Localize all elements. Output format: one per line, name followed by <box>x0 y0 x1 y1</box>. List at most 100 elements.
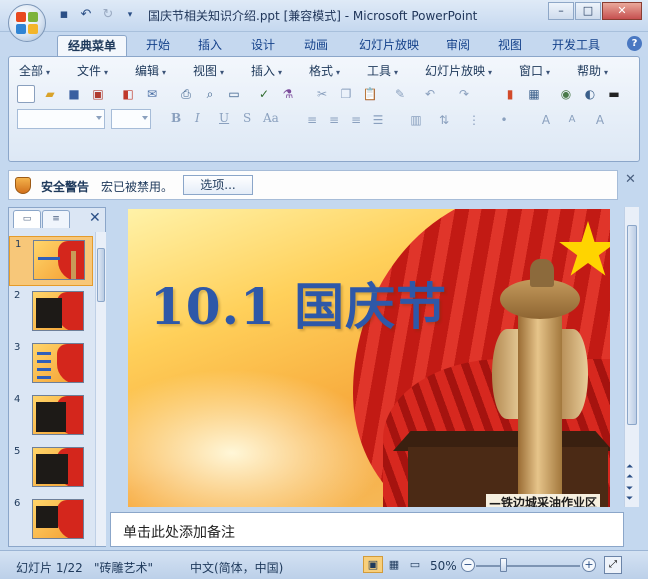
italic-button[interactable]: I <box>195 111 200 125</box>
grayscale-icon[interactable]: ◐ <box>581 85 599 103</box>
tab-outline[interactable]: ≡ <box>42 210 70 228</box>
zoom-out-icon[interactable]: − <box>461 558 475 572</box>
close-button[interactable]: ✕ <box>602 2 642 20</box>
redo-icon[interactable]: ↻ <box>99 6 117 24</box>
tab-home[interactable]: 开始 <box>138 35 178 56</box>
tab-developer[interactable]: 开发工具 <box>545 35 607 56</box>
undo-icon[interactable]: ↶ <box>77 6 95 24</box>
chart-icon[interactable]: ▮ <box>501 85 519 103</box>
research-icon[interactable]: ⚗ <box>279 85 297 103</box>
columns-icon[interactable]: ▥ <box>407 111 425 129</box>
slide-thumbnail-3[interactable]: 3 <box>9 340 93 390</box>
office-button[interactable] <box>8 4 46 42</box>
zoom-slider-handle[interactable] <box>500 558 507 572</box>
slide-caption[interactable]: —铁边城采油作业区 <box>486 494 601 507</box>
shadow-button[interactable]: S <box>243 111 251 125</box>
menu-all[interactable]: 全部 ▾ <box>19 62 50 79</box>
tab-slideshow[interactable]: 幻灯片放映 <box>354 35 424 56</box>
zoom-level[interactable]: 50% <box>430 559 457 573</box>
permission-icon[interactable]: ▣ <box>89 85 107 103</box>
font-name-combo[interactable] <box>17 109 105 129</box>
notes-pane[interactable]: 单击此处添加备注 <box>110 512 624 547</box>
open-folder-icon[interactable]: ▰ <box>41 85 59 103</box>
scrollbar-thumb[interactable] <box>97 248 105 302</box>
tab-design[interactable]: 设计 <box>243 35 283 56</box>
zoom-in-icon[interactable]: + <box>582 558 596 572</box>
slide-thumbnail-2[interactable]: 2 <box>9 288 93 338</box>
menu-tools[interactable]: 工具 ▾ <box>367 62 398 79</box>
align-center-icon[interactable]: ≡ <box>325 111 343 129</box>
scrollbar-thumb[interactable] <box>627 225 637 425</box>
layout-icon[interactable]: ▭ <box>225 85 243 103</box>
bold-button[interactable]: B <box>171 111 181 125</box>
fit-to-window-icon[interactable]: ⤢ <box>604 556 622 574</box>
slide-title[interactable]: 10.1 国庆节 <box>150 267 447 339</box>
slideshow-view-icon[interactable]: ▭ <box>405 556 425 573</box>
menu-help[interactable]: 帮助 ▾ <box>577 62 608 79</box>
theme-name[interactable]: "砖雕艺术" <box>94 559 153 576</box>
undo-toolbar-icon[interactable]: ↶ <box>421 85 439 103</box>
tab-view[interactable]: 视图 <box>490 35 530 56</box>
pdf-export-icon[interactable]: ◧ <box>119 85 137 103</box>
menu-window[interactable]: 窗口 ▾ <box>519 62 550 79</box>
menu-insert[interactable]: 插入 ▾ <box>251 62 282 79</box>
menu-view[interactable]: 视图 ▾ <box>193 62 224 79</box>
text-direction-icon[interactable]: ⇅ <box>435 111 453 129</box>
tab-insert[interactable]: 插入 <box>190 35 230 56</box>
slide-sorter-icon[interactable]: ▦ <box>384 556 404 573</box>
numbering-icon[interactable]: ⋮ <box>465 111 483 129</box>
font-size-combo[interactable] <box>111 109 151 129</box>
shrink-font-icon[interactable]: A <box>563 111 581 129</box>
grow-font-icon[interactable]: A <box>537 111 555 129</box>
next-slide-icon[interactable]: ⏷ ⏷ <box>626 484 633 504</box>
menu-window-label: 窗口 <box>519 64 544 78</box>
bullets-icon[interactable]: • <box>495 111 513 129</box>
zoom-slider[interactable] <box>476 565 580 567</box>
menu-slideshow[interactable]: 幻灯片放映 ▾ <box>425 62 492 79</box>
normal-view-icon[interactable]: ▣ <box>363 556 383 573</box>
color-icon[interactable]: ▬ <box>605 85 623 103</box>
slide-thumbnail-1[interactable]: 1 <box>9 236 93 286</box>
change-case-button[interactable]: Aa <box>263 111 279 125</box>
format-painter-icon[interactable]: ✎ <box>391 85 409 103</box>
new-document-icon[interactable] <box>17 85 35 103</box>
table-icon[interactable]: ▦ <box>525 85 543 103</box>
save-icon[interactable]: ▪ <box>55 6 73 24</box>
maximize-button[interactable]: □ <box>575 2 601 20</box>
font-color-icon[interactable]: A <box>591 111 609 129</box>
menu-file[interactable]: 文件 ▾ <box>77 62 108 79</box>
paste-icon[interactable]: 📋 <box>361 85 379 103</box>
slide-canvas[interactable]: 10.1 国庆节 —铁边城采油作业区 <box>128 209 610 507</box>
save-disk-icon[interactable]: ■ <box>65 85 83 103</box>
options-button[interactable]: 选项... <box>183 175 253 195</box>
minimize-button[interactable]: – <box>548 2 574 20</box>
tab-animation[interactable]: 动画 <box>296 35 336 56</box>
close-panel-icon[interactable]: ✕ <box>89 210 101 226</box>
copy-icon[interactable]: ❐ <box>337 85 355 103</box>
align-right-icon[interactable]: ≡ <box>347 111 365 129</box>
slide-thumbnail-6[interactable]: 6 <box>9 496 93 546</box>
spelling-icon[interactable]: ✓ <box>255 85 273 103</box>
previous-slide-icon[interactable]: ⏶ ⏶ <box>626 462 633 482</box>
qat-dropdown-icon[interactable]: ▾ <box>121 6 139 24</box>
picture-icon[interactable]: ◉ <box>557 85 575 103</box>
email-icon[interactable]: ✉ <box>143 85 161 103</box>
menu-edit[interactable]: 编辑 ▾ <box>135 62 166 79</box>
close-icon[interactable]: ✕ <box>625 172 636 187</box>
tab-review[interactable]: 审阅 <box>438 35 478 56</box>
underline-button[interactable]: U <box>219 111 229 125</box>
thumbnails-scrollbar[interactable] <box>95 232 106 546</box>
align-left-icon[interactable]: ≡ <box>303 111 321 129</box>
tab-slides[interactable]: ▭ <box>13 210 41 228</box>
print-preview-icon[interactable]: ⌕ <box>201 85 219 103</box>
tab-classic-menu[interactable]: 经典菜单 <box>57 35 127 56</box>
slide-thumbnail-5[interactable]: 5 <box>9 444 93 494</box>
redo-toolbar-icon[interactable]: ↷ <box>455 85 473 103</box>
menu-format[interactable]: 格式 ▾ <box>309 62 340 79</box>
language-indicator[interactable]: 中文(简体，中国) <box>190 559 283 576</box>
print-icon[interactable]: ⎙ <box>177 85 195 103</box>
help-icon[interactable]: ? <box>627 36 642 51</box>
slide-thumbnail-4[interactable]: 4 <box>9 392 93 442</box>
cut-icon[interactable]: ✂ <box>313 85 331 103</box>
justify-icon[interactable]: ☰ <box>369 111 387 129</box>
